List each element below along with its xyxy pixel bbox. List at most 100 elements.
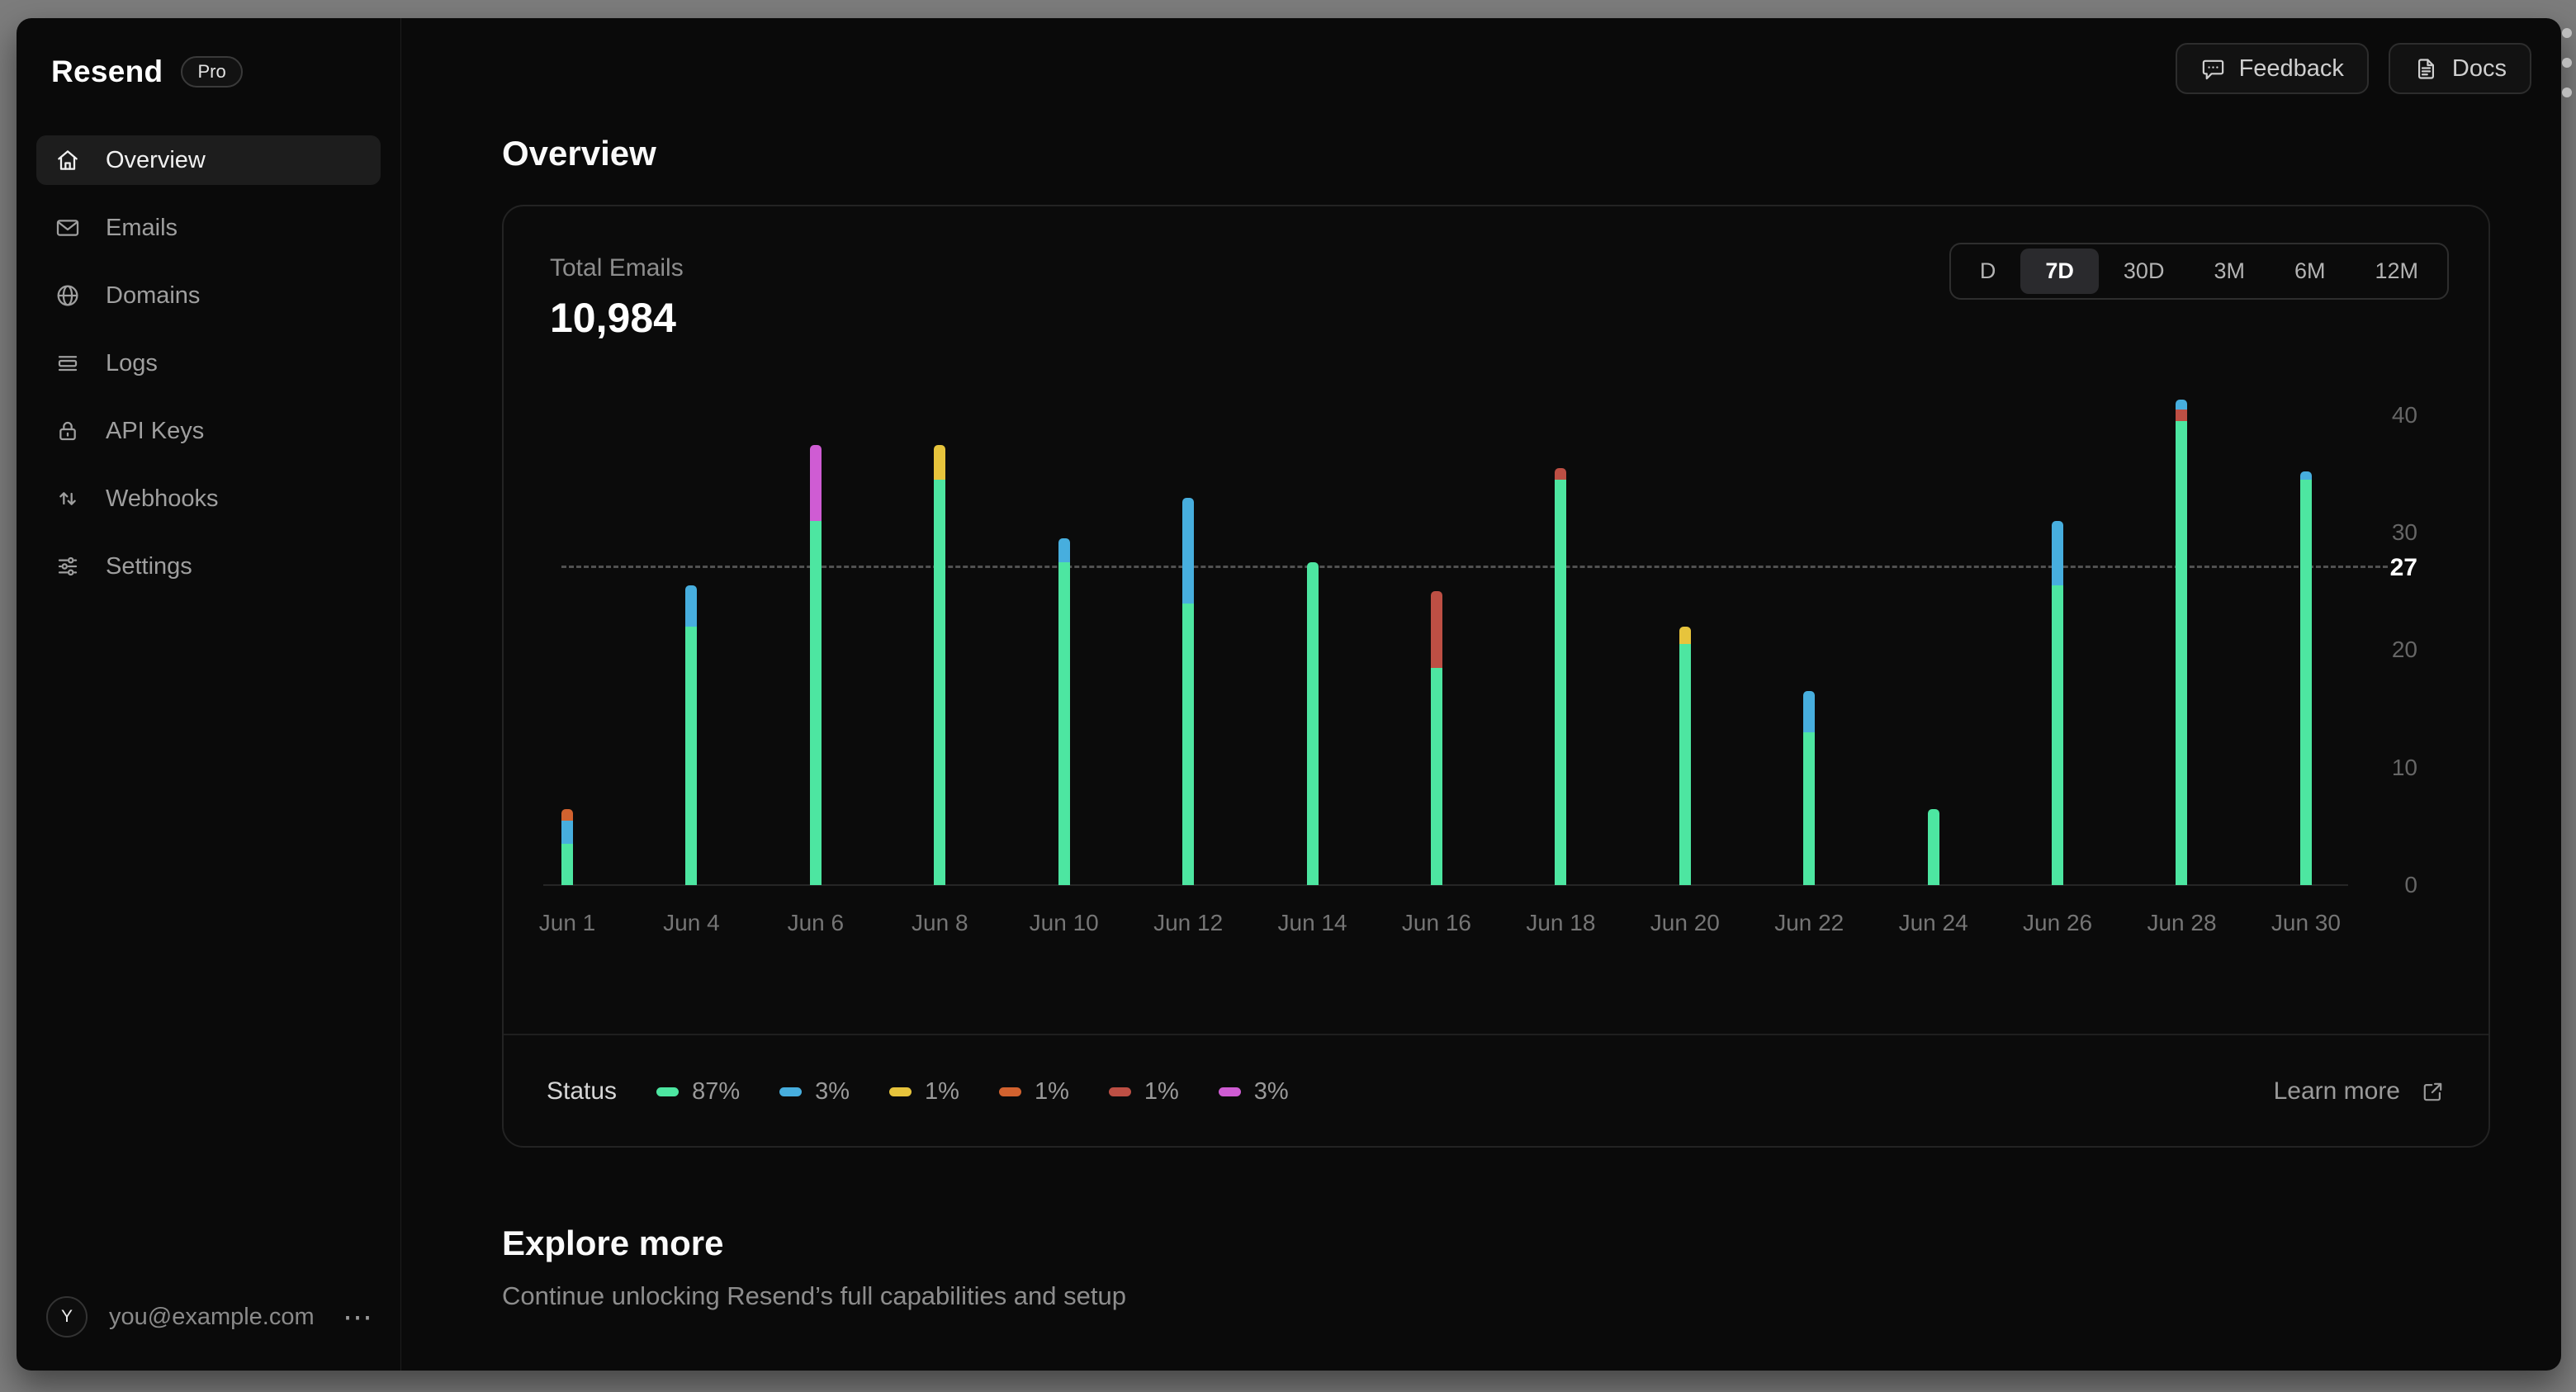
feedback-button[interactable]: Feedback bbox=[2175, 43, 2369, 94]
legend-item-orange: 1% bbox=[998, 1078, 1069, 1106]
x-tick-label: Jun 4 bbox=[663, 910, 720, 935]
legend-item-blue: 3% bbox=[779, 1078, 850, 1106]
learn-more-link[interactable]: Learn more bbox=[2274, 1077, 2446, 1106]
bar-segment-red bbox=[2176, 409, 2188, 422]
x-tick-label: Jun 10 bbox=[1029, 910, 1099, 935]
y-tick-label: 10 bbox=[2391, 754, 2417, 780]
bar-segment-blue bbox=[1803, 691, 1816, 733]
metric-head: Total Emails 10,984 bbox=[550, 254, 684, 342]
bar-chart: Jun 1 Jun 4 Jun 6 Jun 8 Jun 10 Jun 12 Jun 14 Ju… bbox=[539, 368, 2388, 935]
bar-jun-8 bbox=[934, 444, 946, 885]
range-button-7d[interactable]: 7D bbox=[2020, 249, 2099, 294]
bar-jun-18 bbox=[1555, 467, 1567, 885]
legend-item-yellow: 1% bbox=[889, 1078, 959, 1106]
legend-swatch-blue bbox=[779, 1087, 803, 1096]
sidebar-item-emails[interactable]: Emails bbox=[36, 203, 381, 253]
range-button-d[interactable]: D bbox=[1955, 249, 2021, 294]
x-tick-label: Jun 28 bbox=[2147, 910, 2217, 935]
bar-segment-green bbox=[934, 480, 946, 885]
docs-file-icon bbox=[2413, 56, 2439, 82]
sidebar-item-label: Settings bbox=[106, 552, 192, 580]
scroll-dot bbox=[2562, 28, 2572, 38]
legend-item-green: 87% bbox=[656, 1078, 740, 1106]
user-row[interactable]: Y you@example.com ⋯ bbox=[36, 1296, 381, 1338]
bar-segment-green bbox=[1679, 644, 1691, 885]
legend-percent: 1% bbox=[1144, 1077, 1179, 1105]
sidebar-nav: Overview Emails Domains Logs API Keys Webhook… bbox=[36, 135, 381, 591]
bar-segment-green bbox=[1058, 561, 1070, 885]
app-logo: Resend bbox=[51, 54, 163, 88]
scroll-dot bbox=[2562, 58, 2572, 68]
bar-segment-green bbox=[1430, 667, 1442, 885]
sidebar-item-api-keys[interactable]: API Keys bbox=[36, 406, 381, 456]
y-tick-highlight: 27 bbox=[2389, 553, 2417, 581]
legend-swatch-green bbox=[656, 1087, 680, 1096]
bar-segment-blue bbox=[2176, 400, 2188, 410]
range-button-3m[interactable]: 3M bbox=[2189, 249, 2270, 294]
topbar: Feedback Docs bbox=[2175, 43, 2531, 94]
bar-segment-blue bbox=[2299, 471, 2312, 481]
mail-icon bbox=[54, 215, 81, 241]
x-tick-label: Jun 20 bbox=[1650, 910, 1720, 935]
y-tick-label: 30 bbox=[2391, 519, 2417, 546]
legend-percent: 3% bbox=[1253, 1077, 1289, 1105]
sidebar-item-label: Webhooks bbox=[106, 485, 219, 512]
page-title: Overview bbox=[502, 134, 656, 173]
range-button-12m[interactable]: 12M bbox=[2350, 249, 2443, 294]
legend-swatch-purple bbox=[1218, 1087, 1241, 1096]
legend-percent: 87% bbox=[692, 1077, 741, 1105]
bar-segment-green bbox=[1555, 480, 1567, 885]
scrollbar-dots[interactable] bbox=[2562, 28, 2572, 97]
legend-items: 87% 3% 1% 1% 1% 3% bbox=[656, 1078, 1289, 1106]
x-tick-label: Jun 6 bbox=[787, 910, 845, 935]
docs-button[interactable]: Docs bbox=[2388, 43, 2531, 94]
x-axis-labels: Jun 1 Jun 4 Jun 6 Jun 8 Jun 10 Jun 12 Jun 14 Ju… bbox=[538, 910, 2341, 936]
legend-percent: 3% bbox=[815, 1077, 850, 1105]
user-email: you@example.com bbox=[109, 1303, 315, 1330]
bar-segment-green bbox=[1182, 603, 1195, 885]
user-menu-ellipsis-icon[interactable]: ⋯ bbox=[343, 1302, 381, 1332]
bar-jun-1 bbox=[561, 808, 573, 885]
time-range-selector: D 7D 30D 3M 6M 12M bbox=[1949, 243, 2449, 300]
logo-row: Resend Pro bbox=[36, 54, 381, 89]
legend-swatch-red bbox=[1108, 1087, 1131, 1096]
sidebar-item-domains[interactable]: Domains bbox=[36, 271, 381, 320]
bar-jun-22 bbox=[1803, 691, 1816, 885]
avatar: Y bbox=[46, 1296, 88, 1338]
bar-segment-blue bbox=[1182, 497, 1195, 604]
sidebar-item-settings[interactable]: Settings bbox=[36, 542, 381, 591]
bar-segment-green bbox=[685, 627, 698, 885]
legend-swatch-orange bbox=[998, 1087, 1021, 1096]
feedback-label: Feedback bbox=[2238, 54, 2344, 82]
learn-more-label: Learn more bbox=[2273, 1077, 2400, 1105]
y-tick-label: 0 bbox=[2404, 872, 2417, 897]
range-button-6m[interactable]: 6M bbox=[2270, 249, 2351, 294]
bar-jun-16 bbox=[1430, 591, 1442, 885]
bar-segment-green bbox=[1803, 732, 1816, 885]
x-tick-label: Jun 14 bbox=[1277, 910, 1347, 935]
range-button-30d[interactable]: 30D bbox=[2099, 249, 2190, 294]
bar-segment-yellow bbox=[934, 444, 946, 481]
external-link-icon bbox=[2420, 1079, 2446, 1105]
legend-swatch-yellow bbox=[889, 1087, 912, 1096]
docs-label: Docs bbox=[2451, 54, 2507, 82]
metric-label: Total Emails bbox=[550, 254, 684, 282]
globe-icon bbox=[54, 282, 81, 309]
sidebar-item-webhooks[interactable]: Webhooks bbox=[36, 474, 381, 523]
scroll-dot bbox=[2562, 88, 2572, 97]
bar-jun-12 bbox=[1182, 497, 1195, 885]
sidebar-item-logs[interactable]: Logs bbox=[36, 339, 381, 388]
main-content: Feedback Docs Overview Total Emails 10,9… bbox=[401, 18, 2561, 1371]
sliders-icon bbox=[54, 553, 81, 580]
bar-segment-blue bbox=[561, 820, 573, 845]
emails-chart-card: Total Emails 10,984 D 7D 30D 3M 6M 12M Jun 1J… bbox=[502, 205, 2490, 1148]
bar-segment-green bbox=[2176, 421, 2188, 885]
bars-area bbox=[561, 368, 2312, 885]
bar-segment-blue bbox=[1058, 538, 1070, 562]
sidebar-item-overview[interactable]: Overview bbox=[36, 135, 381, 185]
bar-jun-4 bbox=[685, 585, 698, 885]
x-tick-label: Jun 1 bbox=[538, 910, 596, 935]
x-tick-label: Jun 8 bbox=[912, 910, 968, 935]
x-tick-label: Jun 12 bbox=[1153, 910, 1224, 935]
bar-segment-green bbox=[1306, 561, 1319, 885]
